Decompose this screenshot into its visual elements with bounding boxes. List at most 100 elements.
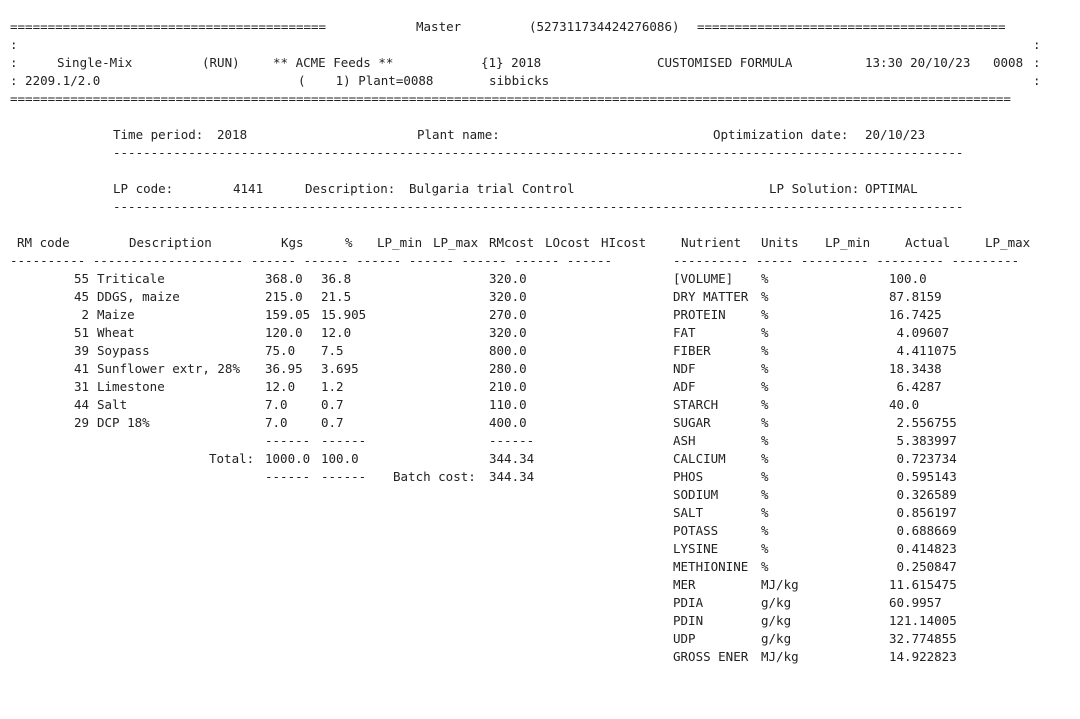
rm-row-description: Wheat: [97, 325, 135, 340]
report-screen: ========================================…: [0, 0, 1080, 719]
rm-header-kgs: Kgs: [281, 235, 304, 250]
nutrient-row-units: %: [761, 559, 769, 574]
nutrient-row-units: %: [761, 325, 769, 340]
nutrient-row-name: FIBER: [673, 343, 711, 358]
nutrient-row-name: NDF: [673, 361, 696, 376]
nutrient-row-name: PDIA: [673, 595, 704, 610]
nutrient-row-units: g/kg: [761, 595, 792, 610]
rm-row-description: Maize: [97, 307, 135, 322]
rm-row-kgs: 215.0: [265, 289, 303, 304]
rm-row-code: 45: [73, 289, 89, 304]
nutrient-row-name: [VOLUME]: [673, 271, 734, 286]
total-cost-dashes: ------: [489, 433, 535, 448]
rm-header-hicost: HIcost: [601, 235, 647, 250]
nutrient-row-units: %: [761, 541, 769, 556]
nutrient-row-units: %: [761, 361, 769, 376]
rm-row-kgs: 36.95: [265, 361, 303, 376]
header-rule-right: ========================================…: [697, 19, 1006, 34]
rm-row-kgs: 120.0: [265, 325, 303, 340]
rm-row-kgs: 12.0: [265, 379, 296, 394]
nutrient-row-name: POTASS: [673, 523, 719, 538]
opt-date-label: Optimization date:: [713, 127, 849, 142]
nutrient-row-actual: 0.250847: [889, 559, 957, 574]
nutrient-row-name: FAT: [673, 325, 696, 340]
rm-row-description: DDGS, maize: [97, 289, 180, 304]
header-company: ** ACME Feeds **: [273, 55, 394, 70]
lp-code-label: LP code:: [113, 181, 174, 196]
nutrient-row-actual: 0.688669: [889, 523, 957, 538]
nutrient-row-name: SALT: [673, 505, 704, 520]
nutrient-row-actual: 100.0: [889, 271, 927, 286]
rm-header-locost: LOcost: [545, 235, 591, 250]
rm-row-kgs: 7.0: [265, 397, 288, 412]
edge-left: :: [10, 55, 18, 70]
nutrient-row-actual: 6.4287: [889, 379, 942, 394]
total-pct-dashes: ------: [321, 469, 367, 484]
nutrient-row-actual: 32.774855: [889, 631, 957, 646]
nutrient-row-units: %: [761, 451, 769, 466]
nutrient-row-units: %: [761, 307, 769, 322]
total-cost: 344.34: [489, 451, 535, 466]
time-period-label: Time period:: [113, 127, 204, 142]
nutrient-row-name: PHOS: [673, 469, 704, 484]
total-pct: 100.0: [321, 451, 359, 466]
rm-row-rmcost: 800.0: [489, 343, 527, 358]
nutrient-row-units: MJ/kg: [761, 577, 799, 592]
edge-left: :: [10, 37, 18, 52]
lp-code-value: 4141: [233, 181, 264, 196]
total-kgs-dashes: ------: [265, 469, 311, 484]
nutrient-row-actual: 0.414823: [889, 541, 957, 556]
lp-solution-label: LP Solution:: [769, 181, 860, 196]
opt-date-value: 20/10/23: [865, 127, 926, 142]
total-kgs-dashes: ------: [265, 433, 311, 448]
header-plant-ref: ( 1) Plant=0088: [298, 73, 434, 88]
batch-cost-label: Batch cost:: [393, 469, 476, 484]
nutrient-row-name: UDP: [673, 631, 696, 646]
header-rule-full: ========================================…: [10, 91, 1011, 106]
rm-row-code: 39: [73, 343, 89, 358]
rm-row-description: Sunflower extr, 28%: [97, 361, 240, 376]
info-divider: ----------------------------------------…: [113, 145, 964, 160]
rm-row-pct: 0.7: [321, 415, 344, 430]
info-divider: ----------------------------------------…: [113, 199, 964, 214]
rm-row-code: 55: [73, 271, 89, 286]
nutrient-row-name: DRY MATTER: [673, 289, 749, 304]
nutrient-row-name: MER: [673, 577, 696, 592]
rm-row-description: Soypass: [97, 343, 150, 358]
rm-row-code: 29: [73, 415, 89, 430]
nutrient-row-name: ASH: [673, 433, 696, 448]
rm-row-rmcost: 280.0: [489, 361, 527, 376]
nutrient-row-actual: 18.3438: [889, 361, 942, 376]
header-mode: Single-Mix: [57, 55, 133, 70]
nutrient-row-name: STARCH: [673, 397, 719, 412]
header-period-code: {1} 2018: [481, 55, 542, 70]
nutrient-row-name: SODIUM: [673, 487, 719, 502]
nutrient-row-actual: 0.856197: [889, 505, 957, 520]
rm-row-rmcost: 320.0: [489, 271, 527, 286]
nutrient-row-actual: 40.0: [889, 397, 920, 412]
rm-header-divider: ---------- -------------------- ------ -…: [10, 253, 613, 268]
description-label: Description:: [305, 181, 396, 196]
nutrient-row-actual: 0.723734: [889, 451, 957, 466]
nutrient-row-units: %: [761, 415, 769, 430]
rm-row-pct: 0.7: [321, 397, 344, 412]
nutrient-row-units: %: [761, 289, 769, 304]
rm-header-code: RM code: [17, 235, 70, 250]
plant-name-label: Plant name:: [417, 127, 500, 142]
nut-header-lp-min: LP_min: [825, 235, 871, 250]
rm-row-pct: 36.8: [321, 271, 352, 286]
nutrient-row-name: SUGAR: [673, 415, 711, 430]
header-version: : 2209.1/2.0: [10, 73, 101, 88]
nutrient-row-name: CALCIUM: [673, 451, 726, 466]
rm-row-description: Limestone: [97, 379, 165, 394]
nutrient-row-actual: 87.8159: [889, 289, 942, 304]
nutrient-row-actual: 14.922823: [889, 649, 957, 664]
nutrient-row-units: %: [761, 343, 769, 358]
nutrient-row-actual: 5.383997: [889, 433, 957, 448]
rm-row-description: Triticale: [97, 271, 165, 286]
rm-header-lp-max: LP_max: [433, 235, 479, 250]
rm-row-pct: 3.695: [321, 361, 359, 376]
header-formula-type: CUSTOMISED FORMULA: [657, 55, 793, 70]
header-id: (527311734424276086): [529, 19, 680, 34]
edge-right: :: [1033, 73, 1041, 88]
